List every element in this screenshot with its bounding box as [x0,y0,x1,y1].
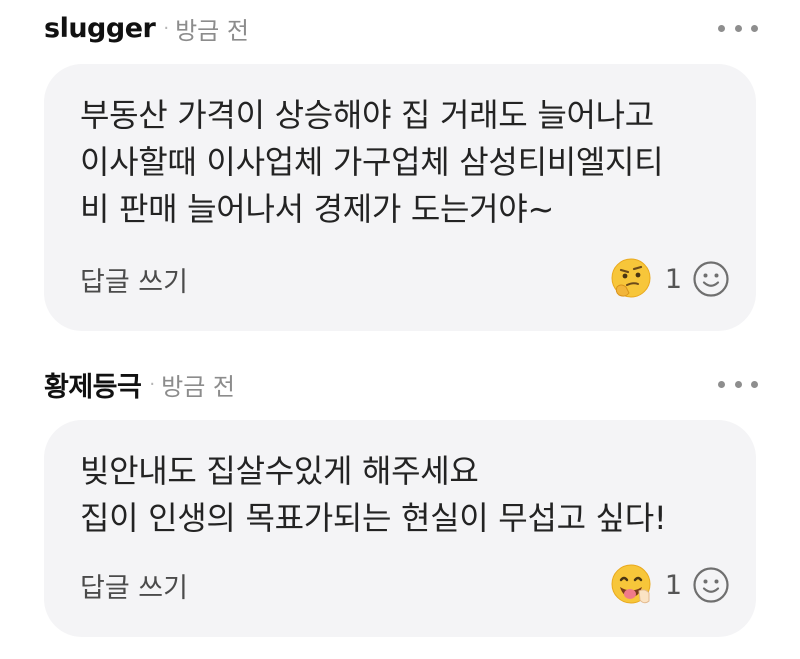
comment-timestamp: 방금 전 [175,16,249,45]
more-dot-icon [718,24,725,32]
comment-timestamp: 방금 전 [161,372,235,401]
reaction-group: 1 [609,255,730,303]
more-options-button[interactable] [718,369,758,399]
add-reaction-smile-icon[interactable] [692,566,730,604]
reply-button[interactable]: 답글 쓰기 [80,260,188,299]
reaction-group: 1 [609,561,730,609]
more-dot-icon [734,24,742,32]
comment-header: 황제등극 · 방금 전 [44,364,235,404]
separator-dot: · [149,373,156,395]
reaction-count: 1 [664,569,682,601]
more-dot-icon [751,24,758,32]
separator-dot: · [163,17,170,39]
comment-bubble: 부동산 가격이 상승해야 집 거래도 늘어나고 이사할때 이사업체 가구업체 삼… [44,64,756,331]
comment-author[interactable]: slugger [44,13,156,44]
more-dot-icon [751,380,758,388]
comment-header: slugger · 방금 전 [44,8,249,48]
comment-text: 빚안내도 집살수있게 해주세요 집이 인생의 목표가되는 현실이 무섭고 싶다! [80,452,667,537]
add-reaction-smile-icon[interactable] [692,260,730,298]
comment-bubble: 빚안내도 집살수있게 해주세요 집이 인생의 목표가되는 현실이 무섭고 싶다!… [44,420,756,637]
comment-author[interactable]: 황제등극 [44,365,142,404]
comment-text: 부동산 가격이 상승해야 집 거래도 늘어나고 이사할때 이사업체 가구업체 삼… [80,96,664,228]
more-options-button[interactable] [718,13,758,43]
more-dot-icon [734,380,742,388]
reply-button[interactable]: 답글 쓰기 [80,566,188,605]
more-dot-icon [718,380,725,388]
tongue-face-icon[interactable] [609,563,653,607]
thinking-face-icon[interactable] [609,257,653,301]
reaction-count: 1 [664,263,682,295]
